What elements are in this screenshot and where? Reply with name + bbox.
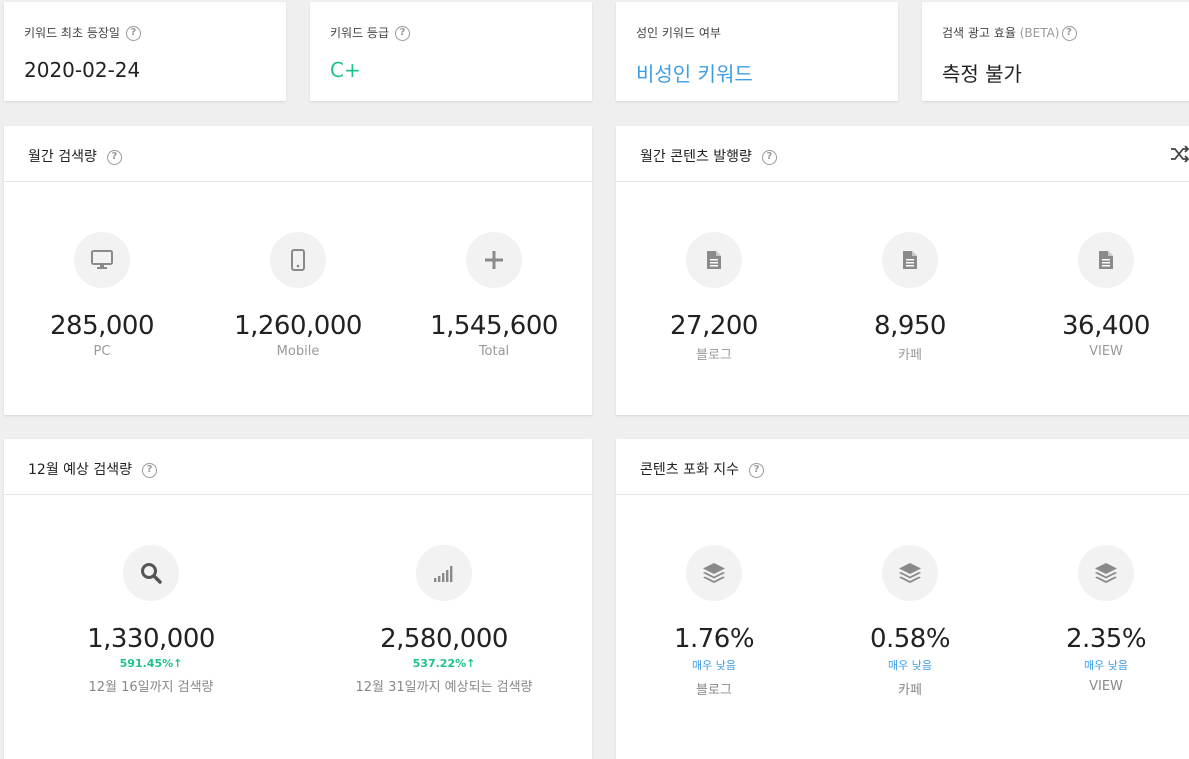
metric-value: 0.58% [869,624,951,654]
layers-icon [882,545,938,601]
document-icon [686,232,742,288]
panel-title: 월간 검색량 [28,149,97,165]
monthly-search-panel: 월간 검색량? 285,000 PC 1,260,000 Mobile 1,54… [4,126,592,415]
view-content-metric: 36,400 VIEW [1006,232,1189,359]
first-appearance-label: 키워드 최초 등장일 [24,26,120,40]
pc-search-metric: 285,000 PC [2,232,202,359]
metric-label: VIEW [1089,344,1123,359]
keyword-grade-card: 키워드 등급? C+ [310,2,592,101]
metric-label: 블로그 [696,683,732,698]
growth-rate: 591.45%↑ [119,657,183,670]
search-until-16-metric: 1,330,000 591.45%↑ 12월 16일까지 검색량 [51,545,251,695]
help-icon[interactable]: ? [749,462,765,478]
layers-icon [686,545,742,601]
metric-label: Mobile [276,344,320,359]
help-icon[interactable]: ? [142,462,157,478]
monitor-icon [74,232,130,288]
total-search-metric: 1,545,600 Total [394,232,594,359]
metric-label: 카페 [898,348,922,363]
help-icon[interactable]: ? [395,26,411,41]
panel-header: 월간 콘텐츠 발행량? [616,126,1189,182]
help-icon[interactable]: ? [106,149,122,165]
panel-title: 월간 콘텐츠 발행량 [640,149,752,165]
metric-value: 1,545,600 [430,311,558,341]
panel-header: 월간 검색량? [4,126,592,182]
metric-value: 1,330,000 [87,624,215,654]
mobile-icon [270,232,326,288]
metric-label: 12월 31일까지 예상되는 검색량 [355,680,533,695]
metric-label: VIEW [1089,679,1123,694]
first-appearance-card: 키워드 최초 등장일? 2020-02-24 [4,2,286,101]
saturation-level: 매우 낮음 [692,659,736,672]
growth-rate: 537.22%↑ [412,657,476,670]
metric-value: 8,950 [874,311,946,341]
metric-value: 285,000 [49,311,155,341]
adult-keyword-card: 성인 키워드 여부 비성인 키워드 [616,2,898,101]
metric-label: 카페 [898,683,922,698]
metric-value: 36,400 [1062,311,1150,341]
metric-value: 2,580,000 [380,624,508,654]
search-icon [123,545,179,601]
plus-icon [466,232,522,288]
panel-header: 12월 예상 검색량? [4,439,592,495]
metric-label: Total [478,344,510,359]
saturation-level: 매우 낮음 [1084,659,1128,672]
mobile-search-metric: 1,260,000 Mobile [198,232,398,359]
view-saturation-metric: 2.35% 매우 낮음 VIEW [1006,545,1189,694]
keyword-grade-value: C+ [330,58,361,82]
content-saturation-panel: 콘텐츠 포화 지수? 1.76% 매우 낮음 블로그 0.58% 매우 낮음 카… [616,439,1189,759]
blog-content-metric: 27,200 블로그 [614,232,814,363]
document-icon [882,232,938,288]
ad-efficiency-card: 검색 광고 효율 (BETA)? 측정 불가 [922,2,1189,101]
blog-saturation-metric: 1.76% 매우 낮음 블로그 [614,545,814,698]
saturation-level: 매우 낮음 [888,659,932,672]
cafe-saturation-metric: 0.58% 매우 낮음 카페 [810,545,1010,698]
ad-efficiency-value: 측정 불가 [942,62,1022,86]
shuffle-icon[interactable] [1170,144,1189,164]
help-icon[interactable]: ? [761,149,777,165]
cafe-content-metric: 8,950 카페 [810,232,1010,363]
first-appearance-value: 2020-02-24 [24,58,141,82]
panel-title: 콘텐츠 포화 지수 [640,462,740,478]
metric-label: 12월 16일까지 검색량 [88,680,214,695]
monthly-content-panel: 월간 콘텐츠 발행량? 27,200 블로그 8,950 카페 36,400 V… [616,126,1189,415]
help-icon[interactable]: ? [125,26,141,41]
metric-value: 1.76% [673,624,755,654]
metric-label: PC [93,344,111,359]
signal-bars-icon [416,545,472,601]
adult-keyword-value: 비성인 키워드 [636,62,753,86]
help-icon[interactable]: ? [1061,26,1077,41]
metric-value: 1,260,000 [234,311,362,341]
document-icon [1078,232,1134,288]
metric-value: 2.35% [1065,624,1147,654]
panel-title: 12월 예상 검색량 [28,462,132,478]
keyword-grade-label: 키워드 등급 [330,26,390,40]
ad-efficiency-label: 검색 광고 효율 [942,26,1016,40]
beta-badge: (BETA) [1019,26,1060,40]
metric-label: 블로그 [696,348,732,363]
expected-search-metric: 2,580,000 537.22%↑ 12월 31일까지 예상되는 검색량 [344,545,544,695]
adult-keyword-label: 성인 키워드 여부 [636,26,721,40]
layers-icon [1078,545,1134,601]
december-forecast-panel: 12월 예상 검색량? 1,330,000 591.45%↑ 12월 16일까지… [4,439,592,759]
metric-value: 27,200 [670,311,758,341]
panel-header: 콘텐츠 포화 지수? [616,439,1189,495]
